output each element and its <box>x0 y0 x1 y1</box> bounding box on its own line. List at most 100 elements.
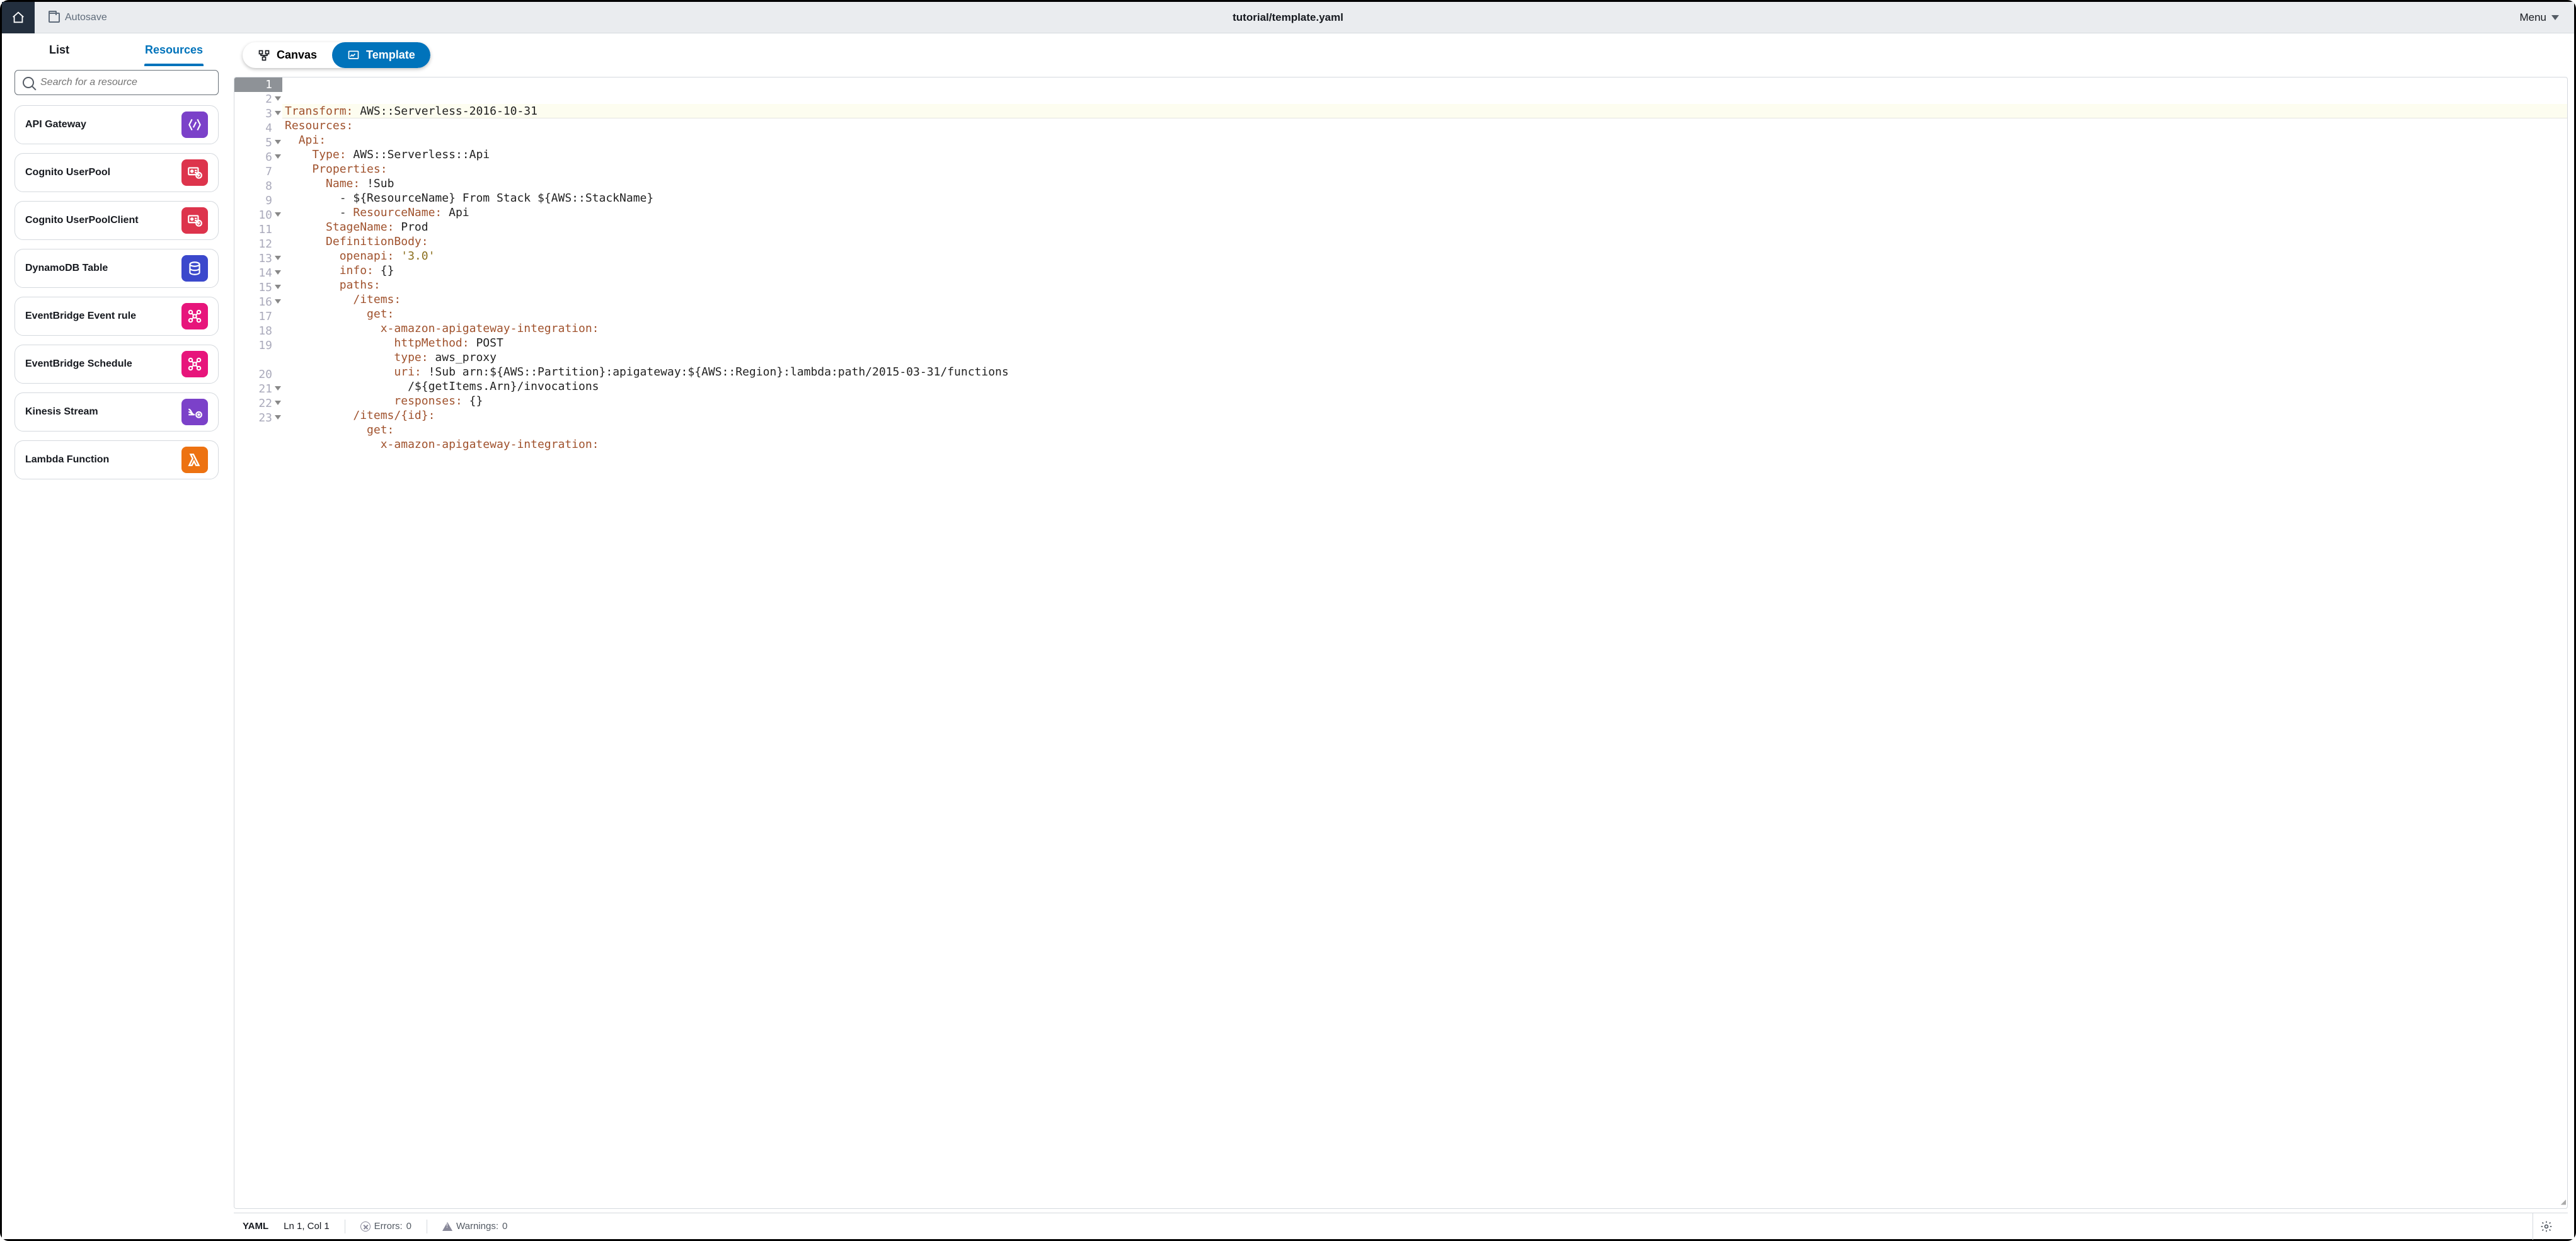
line-number[interactable]: 13 <box>234 251 282 266</box>
resource-name: Kinesis Stream <box>25 406 173 418</box>
line-number[interactable]: 14 <box>234 266 282 280</box>
resource-name: Cognito UserPool <box>25 167 173 178</box>
line-number[interactable]: 2 <box>234 92 282 106</box>
search-icon <box>23 77 34 88</box>
line-number[interactable]: 1 <box>234 77 282 92</box>
file-title: tutorial/template.yaml <box>2 11 2574 24</box>
code-line[interactable]: Resources: <box>282 118 2567 133</box>
tab-resources[interactable]: Resources <box>117 33 231 66</box>
resource-card[interactable]: Cognito UserPoolClient <box>14 201 219 240</box>
topbar: Autosave tutorial/template.yaml Menu <box>2 2 2574 33</box>
code-area[interactable]: Transform: AWS::Serverless-2016-10-31Res… <box>282 77 2567 1208</box>
status-bar: YAML Ln 1, Col 1 Errors: 0 Warnings: 0 <box>234 1213 2568 1239</box>
resource-icon <box>181 351 208 377</box>
code-line[interactable]: get: <box>282 423 2567 437</box>
resource-list: API Gateway Cognito UserPool Cognito UserP… <box>2 101 231 1239</box>
view-canvas[interactable]: Canvas <box>243 42 332 68</box>
resource-name: API Gateway <box>25 119 173 130</box>
code-line[interactable]: info: {} <box>282 263 2567 278</box>
cursor-position: Ln 1, Col 1 <box>284 1221 330 1232</box>
code-line[interactable]: httpMethod: POST <box>282 336 2567 350</box>
code-line[interactable]: responses: {} <box>282 394 2567 408</box>
line-number[interactable]: 3 <box>234 106 282 121</box>
search-input[interactable] <box>40 77 210 88</box>
warning-icon <box>442 1222 452 1231</box>
resource-name: DynamoDB Table <box>25 263 173 274</box>
editor-panel: Canvas Template 123456789101112131415161… <box>231 33 2574 1239</box>
code-line[interactable]: DefinitionBody: <box>282 234 2567 249</box>
line-number[interactable]: 11 <box>234 222 282 237</box>
resource-card[interactable]: EventBridge Schedule <box>14 345 219 384</box>
view-template[interactable]: Template <box>332 42 430 68</box>
resource-card[interactable]: API Gateway <box>14 105 219 144</box>
line-number[interactable]: 15 <box>234 280 282 295</box>
line-number[interactable]: 22 <box>234 396 282 411</box>
code-line[interactable]: x-amazon-apigateway-integration: <box>282 437 2567 452</box>
gutter[interactable]: 1234567891011121314151617181920212223 <box>234 77 282 1208</box>
line-number[interactable]: 12 <box>234 237 282 251</box>
main: List Resources API Gateway Cognito UserPo… <box>2 33 2574 1239</box>
lang-indicator[interactable]: YAML <box>243 1221 268 1232</box>
tab-list[interactable]: List <box>2 33 117 66</box>
line-number[interactable]: 8 <box>234 179 282 193</box>
line-number[interactable]: 10 <box>234 208 282 222</box>
errors-indicator[interactable]: Errors: 0 <box>360 1221 411 1232</box>
line-number[interactable]: 23 <box>234 411 282 425</box>
code-line[interactable]: /items/{id}: <box>282 408 2567 423</box>
gear-icon <box>2540 1220 2553 1233</box>
code-line[interactable]: get: <box>282 307 2567 321</box>
code-line[interactable]: Properties: <box>282 162 2567 176</box>
line-number[interactable]: 7 <box>234 164 282 179</box>
code-line[interactable]: /items: <box>282 292 2567 307</box>
line-number[interactable]: 21 <box>234 382 282 396</box>
resource-icon <box>181 255 208 282</box>
code-editor[interactable]: 1234567891011121314151617181920212223 Tr… <box>234 77 2568 1209</box>
resource-icon <box>181 112 208 138</box>
code-line[interactable]: x-amazon-apigateway-integration: <box>282 321 2567 336</box>
chevron-down-icon <box>2551 15 2559 20</box>
resource-icon <box>181 159 208 186</box>
resource-name: EventBridge Event rule <box>25 311 173 322</box>
settings-button[interactable] <box>2533 1213 2559 1240</box>
view-switch: Canvas Template <box>243 42 430 68</box>
resource-icon <box>181 207 208 234</box>
line-number[interactable]: 4 <box>234 121 282 135</box>
code-line[interactable]: StageName: Prod <box>282 220 2567 234</box>
home-icon <box>11 11 25 25</box>
error-icon <box>360 1221 371 1232</box>
search-box[interactable] <box>14 70 219 95</box>
folder-icon <box>49 13 60 23</box>
resource-card[interactable]: DynamoDB Table <box>14 249 219 288</box>
resource-card[interactable]: Kinesis Stream <box>14 392 219 432</box>
resource-card[interactable]: Lambda Function <box>14 440 219 479</box>
warnings-indicator[interactable]: Warnings: 0 <box>442 1221 507 1232</box>
resource-icon <box>181 303 208 329</box>
code-line[interactable]: Type: AWS::Serverless::Api <box>282 147 2567 162</box>
resource-icon <box>181 399 208 425</box>
code-line[interactable]: type: aws_proxy <box>282 350 2567 365</box>
code-line[interactable]: - ResourceName: Api <box>282 205 2567 220</box>
line-number[interactable]: 20 <box>234 367 282 382</box>
menu-dropdown[interactable]: Menu <box>2519 11 2574 24</box>
line-number[interactable] <box>234 353 282 367</box>
code-line[interactable]: openapi: '3.0' <box>282 249 2567 263</box>
code-line[interactable]: Transform: AWS::Serverless-2016-10-31 <box>282 104 2567 118</box>
code-line[interactable]: Name: !Sub <box>282 176 2567 191</box>
line-number[interactable]: 5 <box>234 135 282 150</box>
line-number[interactable]: 9 <box>234 193 282 208</box>
resource-icon <box>181 447 208 473</box>
line-number[interactable]: 16 <box>234 295 282 309</box>
code-line[interactable]: uri: !Sub arn:${AWS::Partition}:apigatew… <box>282 365 2567 379</box>
autosave-label: Autosave <box>65 12 107 23</box>
line-number[interactable]: 18 <box>234 324 282 338</box>
line-number[interactable]: 19 <box>234 338 282 353</box>
code-line[interactable]: Api: <box>282 133 2567 147</box>
line-number[interactable]: 17 <box>234 309 282 324</box>
code-line[interactable]: /${getItems.Arn}/invocations <box>282 379 2567 394</box>
resource-card[interactable]: Cognito UserPool <box>14 153 219 192</box>
line-number[interactable]: 6 <box>234 150 282 164</box>
home-button[interactable] <box>2 2 35 33</box>
code-line[interactable]: - ${ResourceName} From Stack ${AWS::Stac… <box>282 191 2567 205</box>
resource-card[interactable]: EventBridge Event rule <box>14 297 219 336</box>
code-line[interactable]: paths: <box>282 278 2567 292</box>
